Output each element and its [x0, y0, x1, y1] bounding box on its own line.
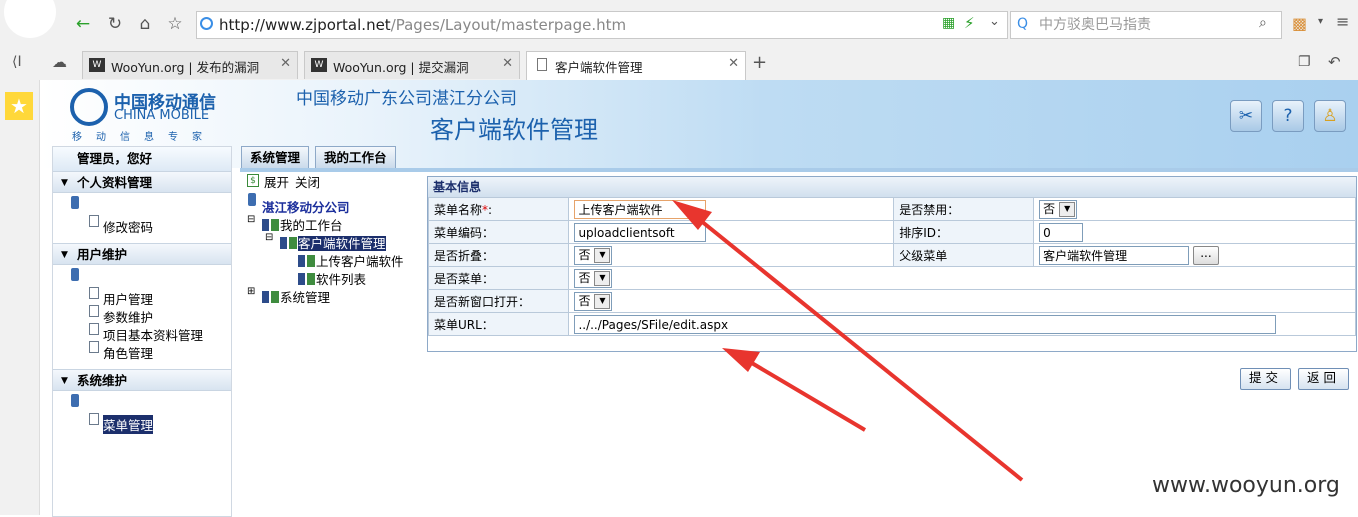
annotation-arrow-1: [688, 210, 1024, 482]
watermark: www.wooyun.org: [1152, 473, 1340, 498]
annotation-arrow-2: [738, 354, 867, 432]
annotation-arrowhead-2: [722, 348, 760, 372]
annotation-arrows: [672, 200, 1024, 482]
